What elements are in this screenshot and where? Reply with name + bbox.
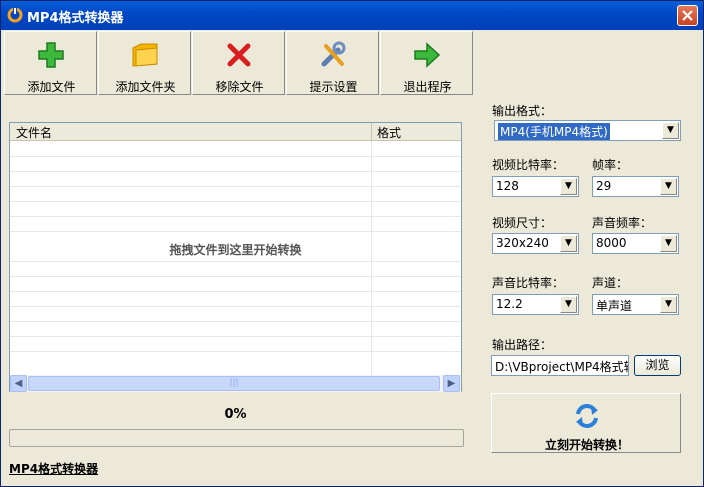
chevron-down-icon[interactable]: ▼ xyxy=(660,178,677,195)
grid-line xyxy=(10,276,461,277)
chevron-left-icon: ◀ xyxy=(14,378,23,389)
exit-button[interactable]: 退出程序 xyxy=(380,31,473,95)
output-path-input[interactable]: D:\VBproject\MP4格式转 xyxy=(491,355,629,376)
add-file-label: 添加文件 xyxy=(27,80,76,94)
horizontal-scrollbar[interactable]: ◀ ||| ▶ xyxy=(10,375,461,392)
grid-line xyxy=(10,171,461,172)
chevron-right-icon: ▶ xyxy=(447,378,456,389)
channel-value: 单声道 xyxy=(596,299,633,313)
grip-icon: ||| xyxy=(229,378,239,388)
folder-icon xyxy=(132,43,158,67)
exit-arrow-icon xyxy=(414,42,441,68)
chevron-down-icon[interactable]: ▼ xyxy=(560,296,577,313)
column-filename[interactable]: 文件名 xyxy=(16,124,52,141)
grid-line xyxy=(10,231,461,232)
scroll-thumb[interactable]: ||| xyxy=(28,376,440,391)
grid-line xyxy=(10,156,461,157)
frame-rate-select[interactable]: 29 ▼ xyxy=(592,176,679,197)
close-button[interactable] xyxy=(677,5,698,26)
window-title: MP4格式转换器 xyxy=(27,11,124,26)
channel-select[interactable]: 单声道 ▼ xyxy=(592,294,679,315)
chevron-down-icon[interactable]: ▼ xyxy=(660,296,677,313)
grid-line xyxy=(10,321,461,322)
scroll-right-button[interactable]: ▶ xyxy=(443,375,460,392)
app-logo-icon xyxy=(7,7,23,23)
output-path-value: D:\VBproject\MP4格式转 xyxy=(495,360,629,374)
start-convert-button[interactable]: 立刻开始转换！ xyxy=(491,393,681,453)
close-icon xyxy=(682,10,693,21)
app-name-link[interactable]: MP4格式转换器 xyxy=(9,460,98,477)
browse-button[interactable]: 浏览 xyxy=(634,355,681,376)
title-bar[interactable]: MP4格式转换器 xyxy=(1,1,703,30)
remove-file-button[interactable]: 移除文件 xyxy=(192,31,285,95)
grid-line xyxy=(10,306,461,307)
grid-line xyxy=(10,291,461,292)
drop-hint: 拖拽文件到这里开始转换 xyxy=(169,243,302,257)
output-path-label: 输出路径： xyxy=(492,338,553,352)
settings-button[interactable]: 提示设置 xyxy=(286,31,379,95)
channel-label: 声道： xyxy=(592,276,629,290)
start-convert-label: 立刻开始转换！ xyxy=(544,438,629,452)
progress-percent: 0% xyxy=(224,407,247,422)
video-size-label: 视频尺寸： xyxy=(492,216,553,230)
settings-label: 提示设置 xyxy=(309,80,358,94)
column-format[interactable]: 格式 xyxy=(377,124,401,141)
output-format-value: MP4(手机MP4格式) xyxy=(498,123,610,140)
grid-column-line xyxy=(371,141,372,375)
list-header: 文件名 格式 xyxy=(10,123,461,141)
grid-line xyxy=(10,336,461,337)
toolbar: 添加文件 添加文件夹 移除文件 提示设置 退出程序 xyxy=(4,31,474,96)
audio-bitrate-select[interactable]: 12.2 ▼ xyxy=(492,294,579,315)
chevron-down-icon[interactable]: ▼ xyxy=(560,235,577,252)
video-bitrate-select[interactable]: 128 ▼ xyxy=(492,176,579,197)
convert-refresh-icon xyxy=(576,404,598,428)
tools-icon xyxy=(321,41,346,67)
chevron-down-icon[interactable]: ▼ xyxy=(660,235,677,252)
grid-line xyxy=(10,261,461,262)
video-size-value: 320x240 xyxy=(496,236,549,250)
file-list[interactable]: 文件名 格式 拖拽文件到这里开始转换 ◀ ||| ▶ xyxy=(9,122,462,392)
scroll-left-button[interactable]: ◀ xyxy=(10,375,27,392)
add-folder-label: 添加文件夹 xyxy=(115,80,176,94)
frame-rate-label: 帧率： xyxy=(592,158,629,172)
audio-freq-value: 8000 xyxy=(596,236,627,250)
frame-rate-value: 29 xyxy=(596,179,612,193)
audio-bitrate-label: 声音比特率： xyxy=(492,276,565,290)
output-format-label: 输出格式： xyxy=(492,104,553,118)
remove-file-label: 移除文件 xyxy=(215,80,264,94)
video-bitrate-value: 128 xyxy=(496,179,519,193)
output-format-select[interactable]: MP4(手机MP4格式) ▼ xyxy=(494,120,681,141)
chevron-down-icon[interactable]: ▼ xyxy=(662,122,679,139)
grid-line xyxy=(10,186,461,187)
app-window: MP4格式转换器 添加文件 添加文件夹 移除文件 提示设置 退出程序 文件名 格… xyxy=(0,0,704,487)
audio-bitrate-value: 12.2 xyxy=(496,297,523,311)
grid-line xyxy=(10,216,461,217)
audio-freq-select[interactable]: 8000 ▼ xyxy=(592,233,679,254)
add-plus-icon xyxy=(38,42,64,68)
chevron-down-icon[interactable]: ▼ xyxy=(560,178,577,195)
grid-line xyxy=(10,201,461,202)
video-size-select[interactable]: 320x240 ▼ xyxy=(492,233,579,254)
add-file-button[interactable]: 添加文件 xyxy=(4,31,97,95)
audio-freq-label: 声音频率： xyxy=(592,216,653,230)
column-separator[interactable] xyxy=(371,123,372,141)
add-folder-button[interactable]: 添加文件夹 xyxy=(98,31,191,95)
grid-line xyxy=(10,351,461,352)
remove-x-icon xyxy=(227,43,251,67)
exit-label: 退出程序 xyxy=(403,80,452,94)
progress-bar xyxy=(9,429,464,447)
video-bitrate-label: 视频比特率： xyxy=(492,158,565,172)
